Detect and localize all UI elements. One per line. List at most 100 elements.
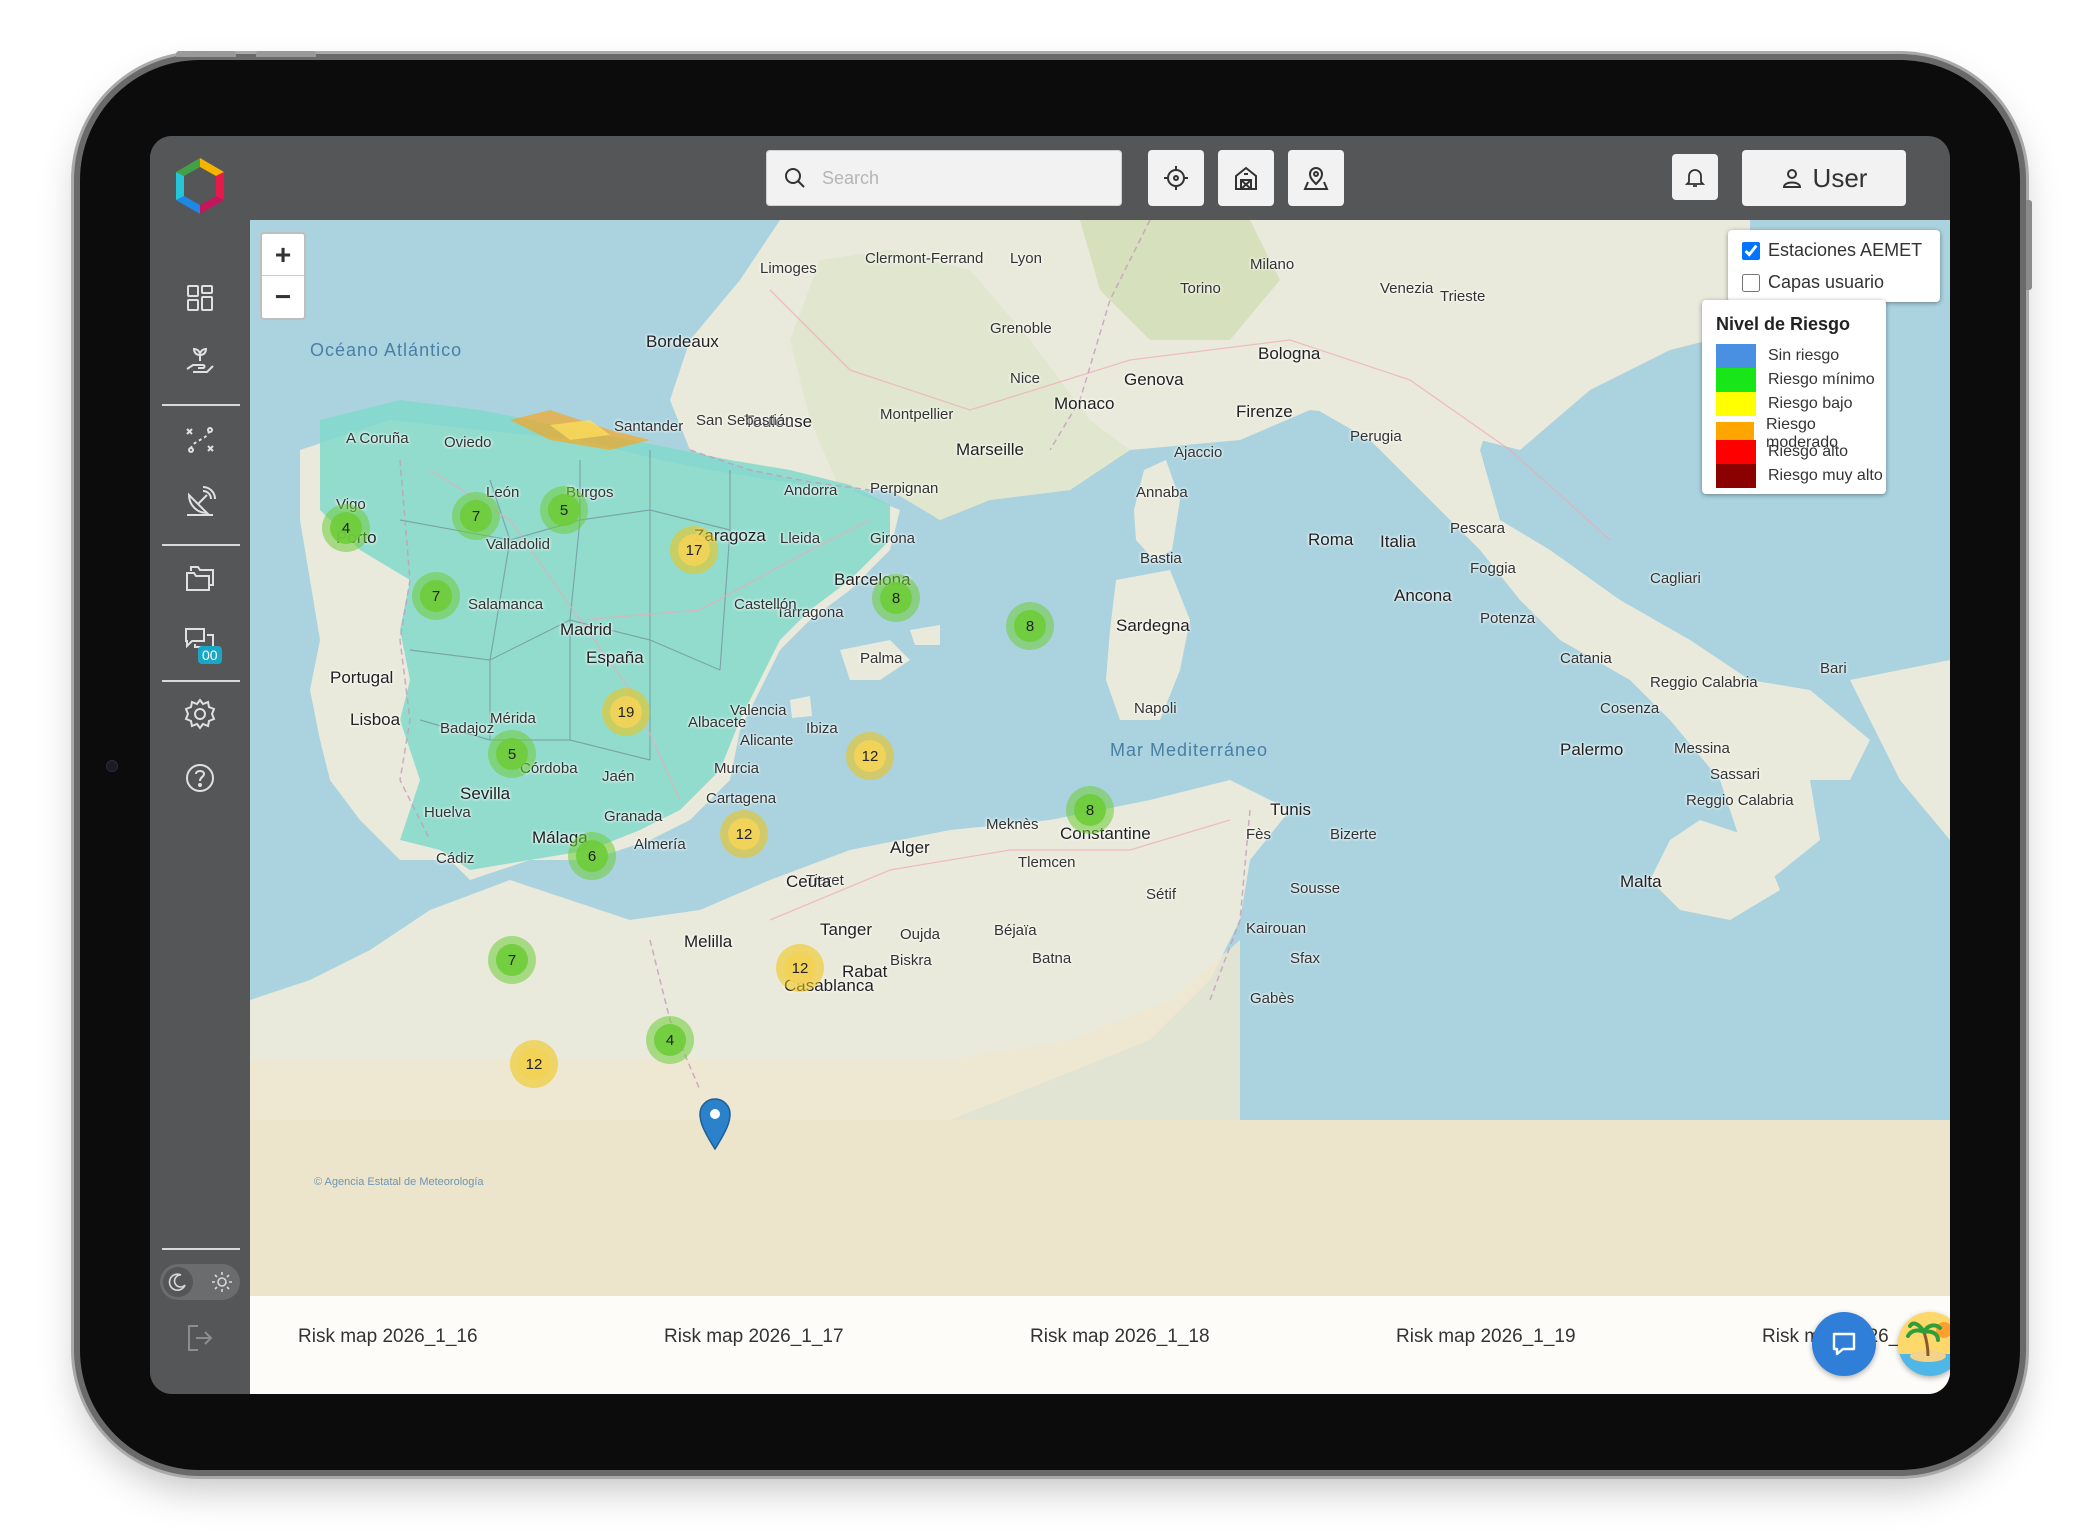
map-label: Madrid xyxy=(560,620,612,639)
station-cluster[interactable]: 12 xyxy=(776,944,824,992)
location-marker[interactable] xyxy=(698,1098,732,1150)
legend-swatch xyxy=(1716,392,1756,416)
map-label: Valladolid xyxy=(486,536,550,553)
map-label: Torino xyxy=(1180,280,1221,297)
map-label: Oviedo xyxy=(444,434,492,451)
station-cluster[interactable]: 19 xyxy=(602,688,650,736)
map-label: Sétif xyxy=(1146,886,1177,903)
sea-label: Océano Atlántico xyxy=(310,340,463,360)
sidebar-divider xyxy=(162,680,240,682)
support-chat-button[interactable] xyxy=(1812,1312,1876,1376)
aemet-watermark: © Agencia Estatal de Meteorología xyxy=(314,1176,484,1188)
timeline-item[interactable]: Risk map 2026_1_16 xyxy=(298,1326,478,1348)
sidebar-item-settings[interactable] xyxy=(178,692,222,736)
station-cluster[interactable]: 8 xyxy=(1006,602,1054,650)
farm-button[interactable] xyxy=(1218,150,1274,206)
help-icon xyxy=(186,764,214,792)
layer-label: Estaciones AEMET xyxy=(1768,240,1923,260)
legend-item: Riesgo alto xyxy=(1716,440,1848,464)
station-cluster[interactable]: 12 xyxy=(510,1040,558,1088)
station-cluster[interactable]: 5 xyxy=(488,730,536,778)
station-cluster[interactable]: 17 xyxy=(670,526,718,574)
sidebar-divider xyxy=(162,404,240,406)
legend-label: Riesgo muy alto xyxy=(1768,467,1883,484)
barn-icon xyxy=(1235,166,1257,190)
map-label: Biskra xyxy=(890,952,932,969)
station-cluster[interactable]: 4 xyxy=(646,1016,694,1064)
field-location-button[interactable] xyxy=(1288,150,1344,206)
sidebar-item-help[interactable] xyxy=(178,756,222,800)
station-cluster[interactable]: 6 xyxy=(568,832,616,880)
map-label: Foggia xyxy=(1470,560,1516,577)
layer-checkbox-user[interactable] xyxy=(1742,273,1760,292)
chat-badge: 00 xyxy=(198,646,222,664)
map-label: Tlemcen xyxy=(1018,854,1076,871)
sidebar-item-dashboard[interactable] xyxy=(178,276,222,320)
bell-icon xyxy=(1684,169,1706,187)
map-label: Sousse xyxy=(1290,880,1341,897)
timeline-item[interactable]: Risk map 2026_1_19 xyxy=(1396,1326,1576,1348)
station-cluster[interactable]: 8 xyxy=(1066,786,1114,834)
sidebar-item-crops[interactable] xyxy=(178,340,222,384)
station-cluster[interactable]: 12 xyxy=(720,810,768,858)
map-label: Girona xyxy=(870,530,916,547)
layer-toggle-user[interactable]: Capas usuario xyxy=(1742,272,1884,293)
sidebar-divider xyxy=(162,1248,240,1250)
map-label: Sevilla xyxy=(460,784,511,803)
theme-toggle[interactable] xyxy=(160,1264,240,1300)
timeline-bar: Risk map 2026_1_16 Risk map 2026_1_17 Ri… xyxy=(250,1296,1950,1394)
map-label: Monaco xyxy=(1054,394,1115,413)
search-bar[interactable] xyxy=(766,150,1122,206)
map-label: Sardegna xyxy=(1116,616,1190,635)
map-label: Salamanca xyxy=(468,596,544,613)
station-cluster[interactable]: 5 xyxy=(540,486,588,534)
map-label: Alicante xyxy=(740,732,794,749)
timeline-item[interactable]: Risk map 2026_1_17 xyxy=(664,1326,844,1348)
station-cluster[interactable]: 7 xyxy=(452,492,500,540)
sidebar-item-files[interactable] xyxy=(178,556,222,600)
map-label: Nice xyxy=(1010,370,1041,387)
zoom-out-button[interactable]: − xyxy=(262,276,304,317)
user-icon xyxy=(1782,169,1801,188)
search-input[interactable] xyxy=(820,166,1104,190)
sea-label: Mar Mediterráneo xyxy=(1110,740,1269,760)
sidebar-item-chat[interactable]: 00 xyxy=(178,620,222,664)
crosshair-icon xyxy=(1164,166,1188,190)
app-screen: 00 Search User Limoges Clermont-Ferrand … xyxy=(150,136,1950,1394)
map-label: Montpellier xyxy=(880,406,954,423)
map-label: Sfax xyxy=(1290,950,1321,967)
map-label: Marseille xyxy=(956,440,1025,459)
map-label: Badajoz xyxy=(440,720,495,737)
legend-item: Riesgo bajo xyxy=(1716,392,1853,416)
zoom-in-button[interactable]: + xyxy=(262,234,304,276)
map-label: Cartagena xyxy=(706,790,777,807)
legend-label: Riesgo alto xyxy=(1768,443,1849,460)
map-label: Bari xyxy=(1820,660,1847,677)
map-label: Batna xyxy=(1032,950,1072,967)
station-cluster[interactable]: 7 xyxy=(488,936,536,984)
sidebar-item-remote-sensing[interactable] xyxy=(178,480,222,524)
timeline-item[interactable]: Risk map 2026_1_18 xyxy=(1030,1326,1210,1348)
logout-button[interactable] xyxy=(178,1316,222,1360)
user-button[interactable]: User xyxy=(1742,150,1906,206)
map-label: Lleida xyxy=(780,530,821,547)
map-label: Ceuta xyxy=(786,872,832,891)
map-view[interactable]: Limoges Clermont-Ferrand Grenoble Lyon B… xyxy=(250,220,1950,1394)
layers-panel: Estaciones AEMET Capas usuario xyxy=(1728,230,1940,302)
zoom-control: + − xyxy=(260,232,306,320)
station-cluster[interactable]: 8 xyxy=(872,574,920,622)
station-cluster[interactable]: 12 xyxy=(846,732,894,780)
map-label: Clermont-Ferrand xyxy=(865,250,984,267)
station-cluster[interactable]: 7 xyxy=(412,572,460,620)
map-label: Jaén xyxy=(602,768,635,785)
notifications-button[interactable] xyxy=(1672,154,1718,200)
layer-toggle-aemet[interactable]: Estaciones AEMET xyxy=(1742,240,1922,261)
layer-checkbox-aemet[interactable] xyxy=(1742,241,1760,260)
map-label: Murcia xyxy=(714,760,760,777)
theme-toggle-knob xyxy=(163,1267,193,1297)
station-cluster[interactable]: 4 xyxy=(322,504,370,552)
folders-icon xyxy=(186,566,214,591)
sidebar-item-routes[interactable] xyxy=(178,418,222,462)
locate-button[interactable] xyxy=(1148,150,1204,206)
satellite-dish-icon xyxy=(187,486,216,516)
